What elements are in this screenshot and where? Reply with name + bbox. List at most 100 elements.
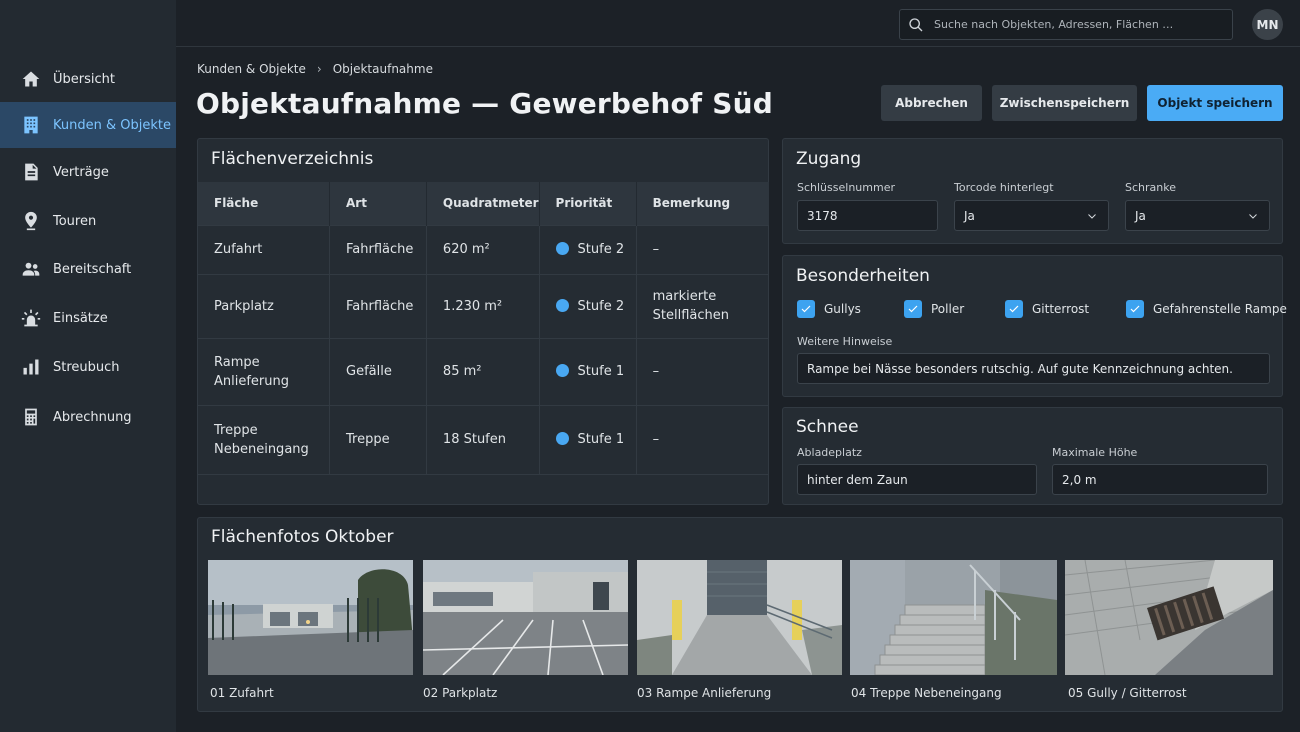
max-height-label: Maximale Höhe bbox=[1052, 446, 1138, 459]
priority-dot-icon bbox=[555, 298, 569, 312]
breadcrumb-link-kunden[interactable]: Kunden & Objekte bbox=[197, 62, 306, 76]
photos-title: Flächenfotos Oktober bbox=[211, 527, 394, 547]
areas-table: Fläche Art Quadratmeter Priorität Bemerk… bbox=[198, 182, 769, 475]
table-row[interactable]: Rampe Anlieferung Gefälle 85 m² Stufe 1 … bbox=[198, 337, 769, 405]
avatar[interactable]: MN bbox=[1252, 9, 1283, 40]
checkbox-gitterrost[interactable]: Gitterrost bbox=[1005, 300, 1089, 318]
save-draft-button[interactable]: Zwischenspeichern bbox=[992, 85, 1137, 121]
photo-zufahrt[interactable] bbox=[208, 560, 413, 675]
cell-flaeche: Rampe Anlieferung bbox=[198, 337, 330, 405]
checkbox-gefahrenstelle-rampe[interactable]: Gefahrenstelle Rampe bbox=[1126, 300, 1287, 318]
sidebar-item-label: Streubuch bbox=[53, 359, 120, 375]
priority-dot-icon bbox=[555, 242, 569, 255]
topbar: MN bbox=[176, 0, 1300, 47]
page-title: Objektaufnahme — Gewerbehof Süd bbox=[196, 87, 773, 120]
notes-field[interactable]: Rampe bei Nässe besonders rutschig. Auf … bbox=[797, 353, 1270, 384]
cell-art: Fahrfläche bbox=[329, 273, 427, 338]
cell-art: Treppe bbox=[329, 404, 427, 474]
access-card: Zugang Schlüsselnummer 3178 Torcode hint… bbox=[782, 138, 1283, 244]
cell-prio: Stufe 2 bbox=[539, 273, 637, 338]
column-header-flaeche[interactable]: Fläche bbox=[198, 182, 330, 225]
sidebar-item-label: Verträge bbox=[53, 164, 109, 180]
sidebar-item-vertraege[interactable]: Verträge bbox=[0, 149, 176, 195]
sidebar: Übersicht Kunden & Objekte Verträge Tour… bbox=[0, 0, 176, 732]
priority-dot-icon bbox=[555, 364, 569, 377]
checkbox-poller[interactable]: Poller bbox=[904, 300, 964, 318]
cell-prio: Stufe 1 bbox=[539, 337, 637, 405]
column-header-bemerkung[interactable]: Bemerkung bbox=[636, 182, 769, 225]
calculator-icon bbox=[21, 407, 41, 427]
checkbox-gullys[interactable]: Gullys bbox=[797, 300, 861, 318]
cell-flaeche: Zufahrt bbox=[198, 224, 330, 274]
key-number-label: Schlüsselnummer bbox=[797, 181, 895, 194]
cell-art: Fahrfläche bbox=[329, 224, 427, 274]
search-box[interactable] bbox=[899, 9, 1233, 40]
building-icon bbox=[21, 115, 41, 135]
chevron-down-icon bbox=[1249, 213, 1257, 219]
photo-gully[interactable] bbox=[1065, 560, 1273, 675]
search-input[interactable] bbox=[934, 18, 1224, 31]
sidebar-item-label: Touren bbox=[53, 213, 97, 229]
photo-parkplatz-image bbox=[423, 560, 628, 675]
priority-label: Stufe 2 bbox=[577, 242, 625, 257]
photo-caption: 05 Gully / Gitterrost bbox=[1068, 686, 1187, 700]
photo-rampe[interactable] bbox=[637, 560, 842, 675]
sidebar-item-uebersicht[interactable]: Übersicht bbox=[0, 56, 176, 102]
photo-parkplatz[interactable] bbox=[423, 560, 628, 675]
document-icon bbox=[21, 162, 41, 182]
sidebar-item-kunden-objekte[interactable]: Kunden & Objekte bbox=[0, 102, 176, 148]
column-header-quadratmeter[interactable]: Quadratmeter bbox=[426, 182, 540, 225]
photo-zufahrt-image bbox=[208, 560, 413, 675]
cell-prio: Stufe 2 bbox=[539, 224, 637, 274]
checkbox-label: Gullys bbox=[824, 302, 861, 316]
priority-label: Stufe 1 bbox=[577, 364, 625, 379]
cancel-button[interactable]: Abbrechen bbox=[881, 85, 982, 121]
photo-treppe-image bbox=[850, 560, 1057, 675]
cell-bemerkung: markierte Stellflächen bbox=[636, 273, 769, 338]
breadcrumb: Kunden & Objekte › Objektaufnahme bbox=[197, 62, 433, 76]
checkbox-label: Gefahrenstelle Rampe bbox=[1153, 302, 1287, 316]
cell-bemerkung: – bbox=[636, 337, 769, 405]
barrier-select[interactable]: Ja bbox=[1125, 200, 1270, 231]
photo-gully-image bbox=[1065, 560, 1273, 675]
home-icon bbox=[21, 69, 41, 89]
search-icon bbox=[909, 17, 923, 31]
priority-label: Stufe 1 bbox=[577, 432, 625, 447]
table-row[interactable]: Treppe Nebeneingang Treppe 18 Stufen Stu… bbox=[198, 404, 769, 474]
photo-caption: 01 Zufahrt bbox=[210, 686, 274, 700]
areas-card: Flächenverzeichnis Fläche Art Quadratmet… bbox=[197, 138, 769, 505]
save-object-button[interactable]: Objekt speichern bbox=[1147, 85, 1283, 121]
cell-bemerkung: – bbox=[636, 404, 769, 474]
sidebar-item-label: Übersicht bbox=[53, 71, 115, 87]
sidebar-item-label: Abrechnung bbox=[53, 409, 132, 425]
column-header-prioritaet[interactable]: Priorität bbox=[539, 182, 637, 225]
sidebar-item-touren[interactable]: Touren bbox=[0, 198, 176, 244]
snow-title: Schnee bbox=[796, 417, 859, 437]
sidebar-item-bereitschaft[interactable]: Bereitschaft bbox=[0, 246, 176, 292]
sidebar-item-streubuch[interactable]: Streubuch bbox=[0, 344, 176, 390]
checkbox-label: Poller bbox=[931, 302, 965, 316]
dump-location-field[interactable]: hinter dem Zaun bbox=[797, 464, 1037, 495]
dump-location-label: Abladeplatz bbox=[797, 446, 862, 459]
table-row[interactable]: Parkplatz Fahrfläche 1.230 m² Stufe 2 ma… bbox=[198, 273, 769, 338]
people-icon bbox=[21, 259, 41, 279]
max-height-field[interactable]: 2,0 m bbox=[1052, 464, 1268, 495]
bar-chart-icon bbox=[21, 357, 41, 377]
priority-label: Stufe 2 bbox=[577, 298, 625, 314]
access-title: Zugang bbox=[796, 149, 862, 169]
sidebar-item-abrechnung[interactable]: Abrechnung bbox=[0, 394, 176, 440]
features-card: Besonderheiten Gullys Poller Gitterrost … bbox=[782, 255, 1287, 397]
photos-card: Flächenfotos Oktober 01 Zufahrt 02 Parkp… bbox=[197, 517, 1283, 712]
column-header-art[interactable]: Art bbox=[329, 182, 427, 225]
key-number-field[interactable]: 3178 bbox=[797, 200, 938, 231]
checkbox-checked-icon bbox=[797, 300, 815, 318]
photo-rampe-image bbox=[637, 560, 842, 675]
sidebar-item-einsaetze[interactable]: Einsätze bbox=[0, 295, 176, 341]
photo-treppe[interactable] bbox=[850, 560, 1057, 675]
photo-caption: 03 Rampe Anlieferung bbox=[637, 686, 772, 700]
gate-code-label: Torcode hinterlegt bbox=[954, 181, 1054, 194]
cell-qm: 18 Stufen bbox=[426, 404, 540, 474]
table-row[interactable]: Zufahrt Fahrfläche 620 m² Stufe 2 – bbox=[198, 224, 769, 274]
gate-code-select[interactable]: Ja bbox=[954, 200, 1109, 231]
priority-dot-icon bbox=[555, 432, 569, 445]
